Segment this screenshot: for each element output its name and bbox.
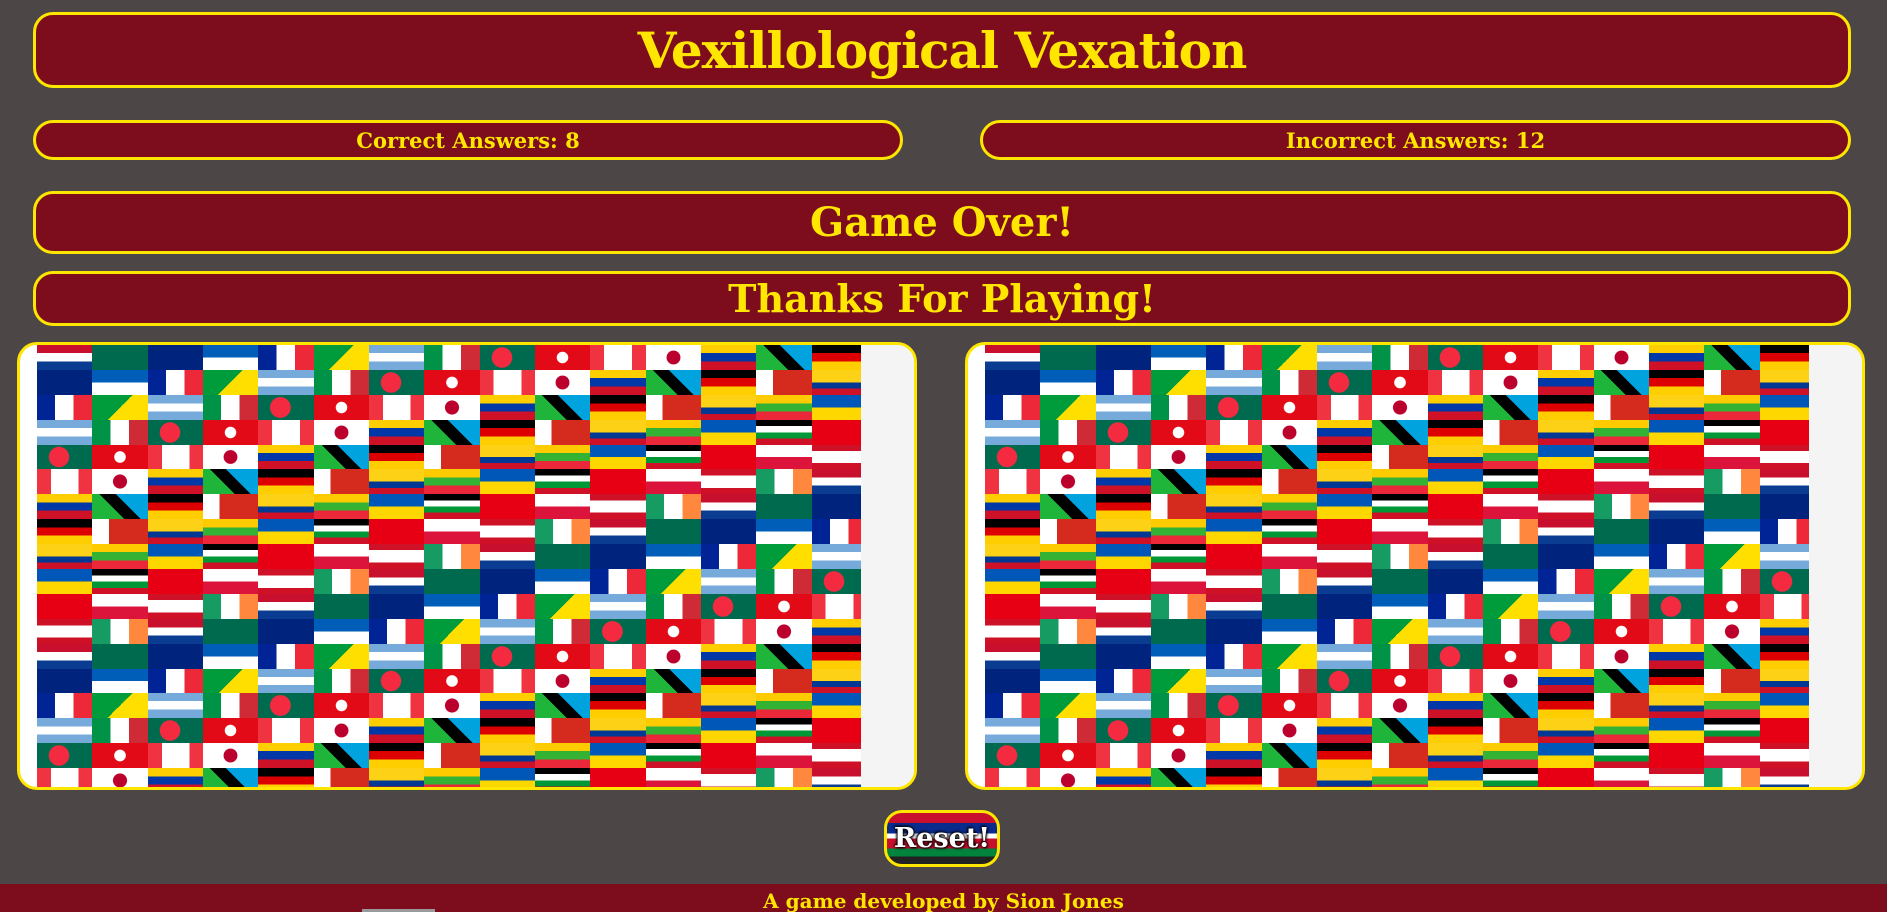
flag-option-left[interactable] [17,342,917,790]
game-title: Vexillological Vexation [33,12,1851,88]
flags-collage-image [37,345,867,787]
reset-button[interactable]: Reset! [884,810,1000,867]
flags-collage-image [985,345,1815,787]
flag-option-right[interactable] [965,342,1865,790]
footer-credit: A game developed by Sion Jones [763,889,1124,912]
incorrect-answers-counter: Incorrect Answers: 12 [980,120,1851,160]
footer: A game developed by Sion Jones [0,884,1887,912]
correct-answers-counter: Correct Answers: 8 [33,120,903,160]
reset-button-label: Reset! [893,823,991,854]
game-over-banner: Game Over! [33,191,1851,254]
thanks-banner: Thanks For Playing! [33,271,1851,326]
